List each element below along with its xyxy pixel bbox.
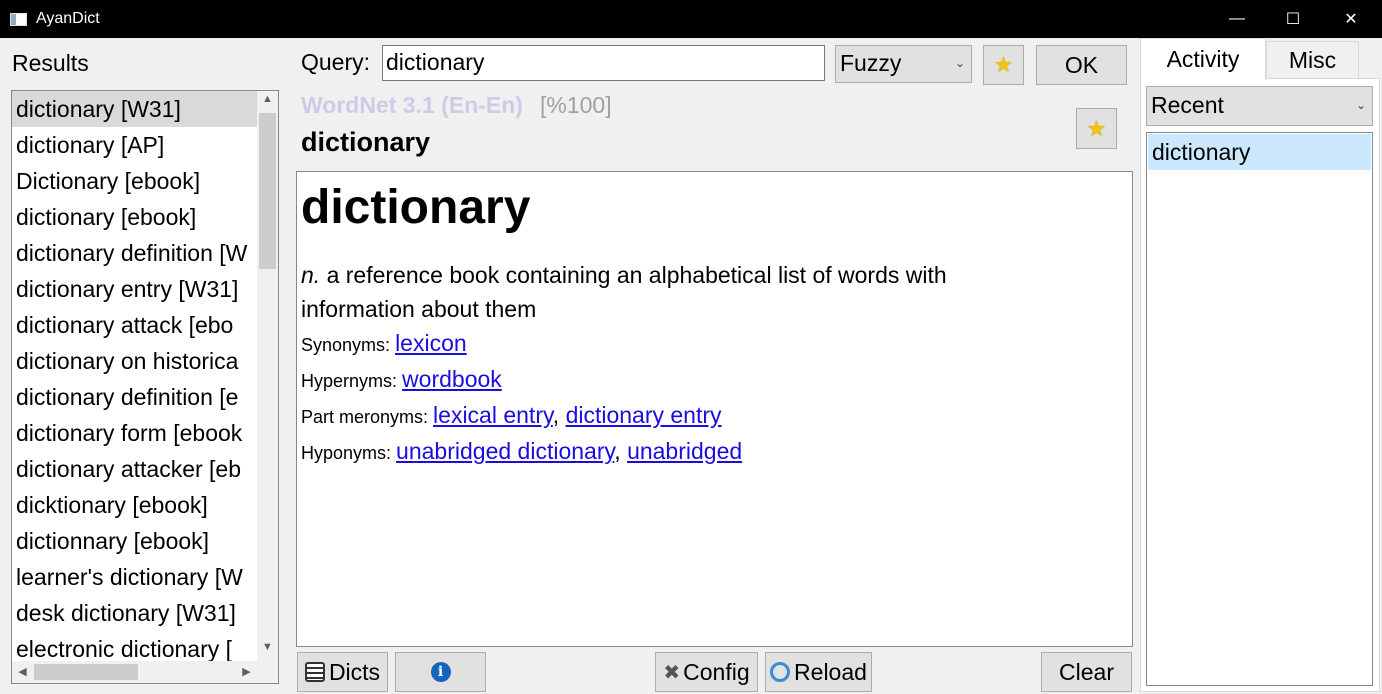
relation-label: Hypernyms: [301, 371, 398, 391]
hscroll-thumb[interactable] [34, 664, 138, 680]
result-item[interactable]: dicktionary [ebook] [12, 487, 257, 523]
favorite-query-button[interactable]: ★ [983, 45, 1024, 85]
relation-row: Synonyms: lexicon [301, 326, 1128, 362]
dictionary-name[interactable]: WordNet 3.1 (En-En) [301, 92, 523, 119]
activity-select-value: Recent [1151, 92, 1224, 118]
result-item[interactable]: electronic dictionary [ [12, 631, 257, 661]
relation-link[interactable]: unabridged dictionary [396, 438, 614, 464]
definition-body: a reference book containing an alphabeti… [301, 262, 947, 322]
part-of-speech: n. [301, 262, 321, 288]
relation-link[interactable]: lexical entry [433, 402, 553, 428]
query-input[interactable]: dictionary [382, 45, 825, 81]
search-mode-select[interactable]: Fuzzy ⌄ [835, 45, 972, 83]
match-score: [%100] [540, 92, 612, 118]
info-icon: i [430, 662, 451, 682]
result-item[interactable]: dictionnary [ebook] [12, 523, 257, 559]
query-label: Query: [301, 49, 371, 75]
result-item[interactable]: dictionary [AP] [12, 127, 257, 163]
relation-link[interactable]: dictionary entry [566, 402, 722, 428]
result-item[interactable]: dictionary on historica [12, 343, 257, 379]
result-item[interactable]: dictionary definition [e [12, 379, 257, 415]
results-label: Results [12, 50, 89, 76]
relation-link[interactable]: lexicon [395, 330, 467, 356]
result-item[interactable]: dictionary [W31] [12, 91, 257, 127]
activity-select[interactable]: Recent ⌄ [1146, 86, 1373, 126]
entry-headword: dictionary [301, 127, 431, 157]
minimize-button[interactable]: — [1214, 0, 1260, 38]
relation-row: Part meronyms: lexical entry, dictionary… [301, 402, 722, 428]
reload-label: Reload [794, 658, 867, 685]
list-icon [304, 662, 325, 682]
result-item[interactable]: dictionary form [ebook [12, 415, 257, 451]
clear-button[interactable]: Clear [1041, 652, 1132, 692]
result-item[interactable]: Dictionary [ebook] [12, 163, 257, 199]
ok-button[interactable]: OK [1036, 45, 1127, 85]
result-item[interactable]: dictionary definition [W [12, 235, 257, 271]
relations-list: Synonyms: lexicon Hypernyms: wordbook Part… [301, 326, 1128, 470]
result-item[interactable]: dictionary attack [ebo [12, 307, 257, 343]
chevron-down-icon: ⌄ [954, 56, 965, 70]
scroll-thumb[interactable] [259, 113, 276, 269]
config-label: Config [683, 658, 750, 685]
scroll-right-icon[interactable]: ▶ [236, 665, 257, 678]
result-item[interactable]: learner's dictionary [W [12, 559, 257, 595]
star-icon: ★ [993, 52, 1014, 77]
result-item[interactable]: dictionary [ebook] [12, 199, 257, 235]
relation-row: Hyponyms: unabridged dictionary, unabrid… [301, 438, 743, 464]
reload-button[interactable]: Reload [765, 652, 872, 692]
definition-text: n. a reference book containing an alphab… [301, 258, 1061, 326]
scroll-left-icon[interactable]: ◀ [12, 665, 33, 678]
result-item[interactable]: dictionary attacker [eb [12, 451, 257, 487]
reload-icon [770, 662, 791, 682]
definition-word: dictionary [301, 181, 531, 234]
close-button[interactable]: ✕ [1328, 0, 1374, 38]
relation-label: Part meronyms: [301, 407, 429, 427]
results-horizontal-scrollbar[interactable]: ◀ ▶ [12, 661, 257, 683]
dicts-label: Dicts [328, 658, 381, 685]
scroll-up-icon[interactable]: ▲ [257, 93, 278, 105]
tab-misc[interactable]: Misc [1266, 41, 1359, 79]
scroll-down-icon[interactable]: ▼ [257, 641, 278, 653]
results-vertical-scrollbar[interactable]: ▲ ▼ [257, 91, 278, 661]
result-item[interactable]: desk dictionary [W31] [12, 595, 257, 631]
relation-label: Synonyms: [301, 335, 391, 355]
dicts-button[interactable]: Dicts [297, 652, 388, 692]
search-mode-value: Fuzzy [840, 50, 902, 76]
relation-link[interactable]: wordbook [402, 366, 502, 392]
config-button[interactable]: ✖ Config [655, 652, 758, 692]
relation-label: Hyponyms: [301, 443, 392, 463]
window-title: AyanDict [36, 10, 100, 27]
info-button[interactable]: i [395, 652, 486, 692]
result-item[interactable]: dictionary entry [W31] [12, 271, 257, 307]
definition-view: dictionary n. a reference book containin… [296, 171, 1133, 647]
relation-link[interactable]: unabridged [627, 438, 742, 464]
recent-list: dictionary [1146, 132, 1373, 686]
scroll-corner [257, 661, 278, 683]
tab-activity[interactable]: Activity [1140, 38, 1266, 80]
tools-icon: ✖ [663, 661, 681, 684]
relation-row: Hypernyms: wordbook [301, 362, 1128, 398]
results-list: dictionary [W31] dictionary [AP] Dictionar… [12, 91, 257, 661]
maximize-button[interactable]: ☐ [1270, 0, 1316, 38]
app-icon [10, 12, 27, 26]
recent-item[interactable]: dictionary [1148, 134, 1371, 170]
title-bar: AyanDict — ☐ ✕ [0, 0, 1382, 38]
favorite-entry-button[interactable]: ★ [1076, 108, 1117, 149]
chevron-down-icon: ⌄ [1355, 98, 1366, 112]
results-list-box: dictionary [W31] dictionary [AP] Dictionar… [11, 90, 279, 684]
star-icon: ★ [1086, 115, 1107, 141]
